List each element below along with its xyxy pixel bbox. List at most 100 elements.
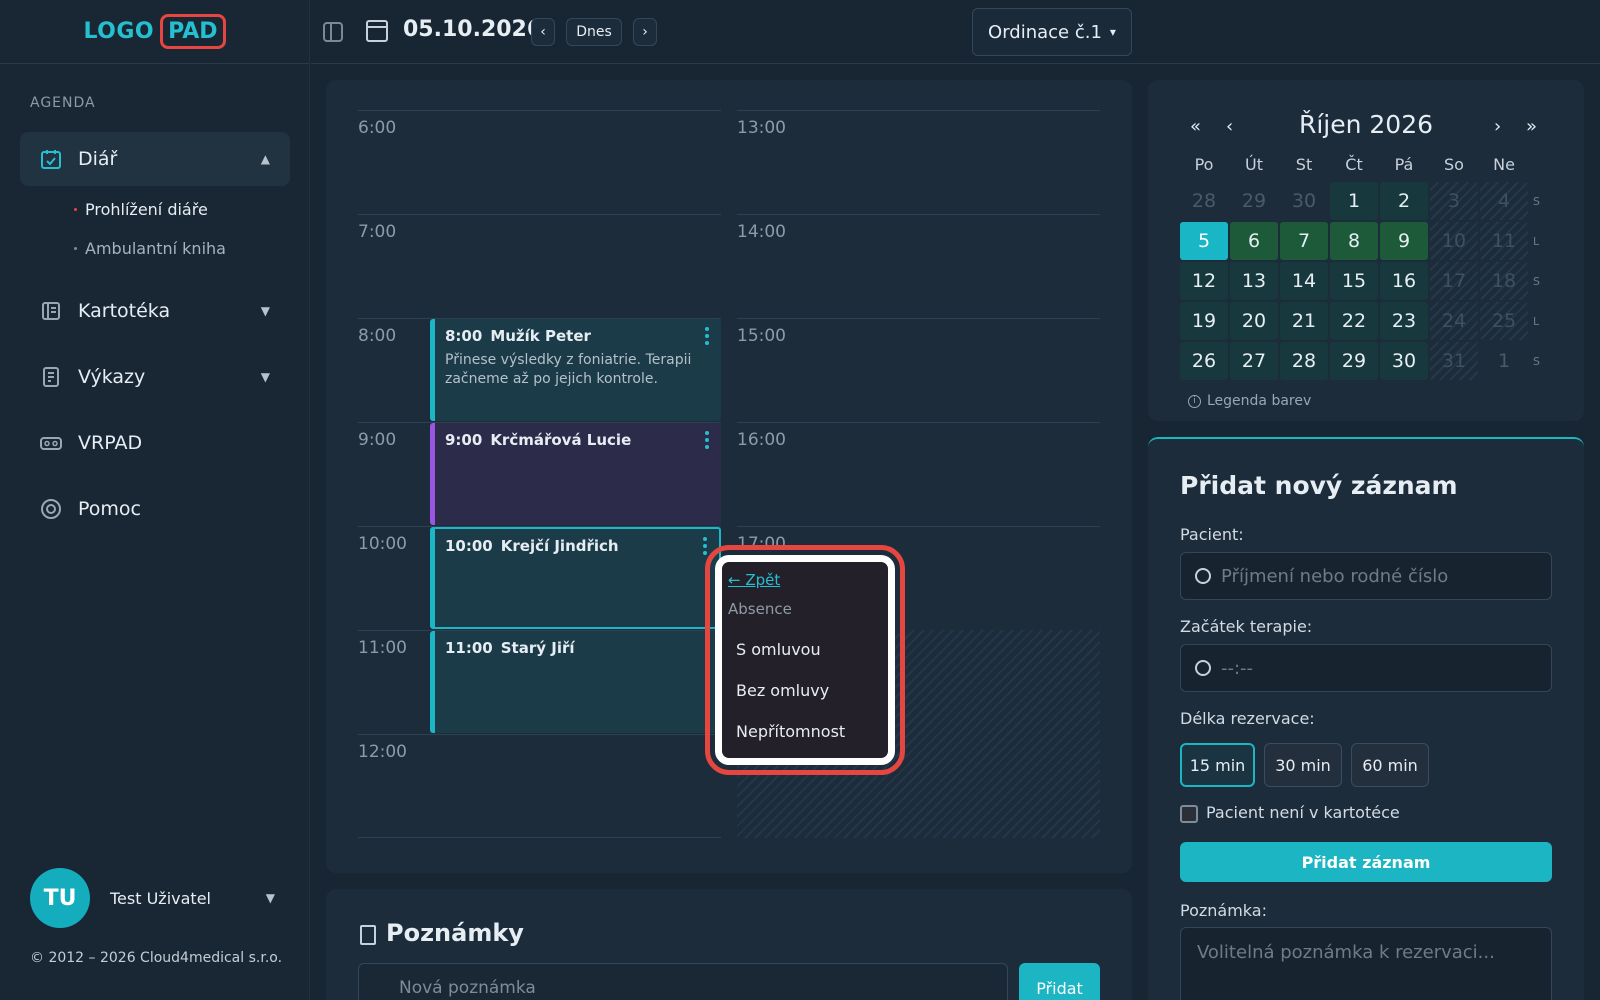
clock-icon	[1195, 660, 1211, 676]
calendar-day[interactable]: 12	[1180, 262, 1228, 300]
patient-search-input[interactable]: Příjmení nebo rodné číslo	[1180, 552, 1552, 600]
duration-30-button[interactable]: 30 min	[1264, 743, 1342, 787]
calendar-day[interactable]: 22	[1330, 302, 1378, 340]
chevron-down-icon: ▼	[260, 304, 270, 318]
add-note-button[interactable]: Přidat	[1019, 963, 1100, 1000]
appointment-card[interactable]: 8:00 Mužík Peter Přinese výsledky z foni…	[430, 319, 721, 421]
calendar-day[interactable]: 19	[1180, 302, 1228, 340]
sidebar-item-vykazy[interactable]: Výkazy ▼	[20, 350, 290, 404]
form-title: Přidat nový záznam	[1180, 471, 1458, 500]
next-year-button[interactable]: »	[1526, 116, 1537, 137]
duration-60-button[interactable]: 60 min	[1351, 743, 1429, 787]
calendar-day[interactable]: 5	[1180, 222, 1228, 260]
calendar-day[interactable]: 8	[1330, 222, 1378, 260]
new-note-input[interactable]: Nová poznámka	[358, 963, 1008, 1000]
add-record-button[interactable]: Přidat záznam	[1180, 842, 1552, 882]
current-date[interactable]: 05.10.2026	[403, 17, 542, 42]
back-link[interactable]: ← Zpět	[728, 571, 882, 589]
calendar-day[interactable]: 20	[1230, 302, 1278, 340]
hour-label: 14:00	[737, 222, 786, 242]
note-textarea[interactable]: Volitelná poznámka k rezervaci...	[1180, 927, 1552, 1000]
prev-day-button[interactable]: ‹	[531, 18, 555, 46]
hour-slot[interactable]: 13:00	[737, 110, 1100, 214]
calendar-day[interactable]: 2	[1380, 182, 1428, 220]
subitem-label: Ambulantní kniha	[85, 239, 226, 258]
chevron-up-icon: ▲	[260, 152, 270, 166]
hour-label: 11:00	[358, 638, 407, 658]
start-time-input[interactable]: --:--	[1180, 644, 1552, 692]
menu-item-nepritomnost[interactable]: Nepřítomnost	[728, 722, 882, 741]
calendar-day[interactable]: 11	[1480, 222, 1528, 260]
sidebar-item-diar[interactable]: Diář ▲	[20, 132, 290, 186]
not-in-cardfile-checkbox[interactable]	[1180, 805, 1198, 823]
calendar-day[interactable]: 7	[1280, 222, 1328, 260]
appointment-card-selected[interactable]: 10:00 Krejčí Jindřich	[430, 527, 721, 629]
calendar-day[interactable]: 27	[1230, 342, 1278, 380]
bullet-icon	[74, 247, 77, 250]
color-legend[interactable]: i Legenda barev	[1188, 393, 1311, 409]
calendar-day[interactable]: 15	[1330, 262, 1378, 300]
calendar-day[interactable]: 31	[1430, 342, 1478, 380]
calendar-day[interactable]: 1	[1330, 182, 1378, 220]
calendar-day[interactable]: 16	[1380, 262, 1428, 300]
office-select[interactable]: Ordinace č.1 ▾	[972, 8, 1132, 56]
calendar-day[interactable]: 30	[1380, 342, 1428, 380]
appointment-title: 11:00 Starý Jiří	[445, 639, 711, 657]
topbar: 05.10.2026 ‹ Dnes › Ordinace č.1 ▾	[311, 0, 1600, 64]
legend-label: Legenda barev	[1207, 393, 1312, 409]
sidebar-item-kartoteka[interactable]: Kartotéka ▼	[20, 284, 290, 338]
user-name: Test Uživatel	[110, 888, 211, 908]
next-day-button[interactable]: ›	[633, 18, 657, 46]
search-icon	[1195, 568, 1211, 584]
next-month-button[interactable]: ›	[1494, 116, 1501, 137]
weekday-header: Út	[1245, 155, 1263, 174]
more-options-icon[interactable]	[705, 431, 709, 452]
calendar-day[interactable]: 28	[1280, 342, 1328, 380]
calendar-day[interactable]: 3	[1430, 182, 1478, 220]
calendar-day[interactable]: 24	[1430, 302, 1478, 340]
calendar-day[interactable]: 14	[1280, 262, 1328, 300]
hour-label: 16:00	[737, 430, 786, 450]
hour-slot[interactable]: 6:00	[358, 110, 721, 214]
appointment-card[interactable]: 11:00 Starý Jiří	[430, 631, 721, 733]
calendar-day[interactable]: 25	[1480, 302, 1528, 340]
calendar-day[interactable]: 26	[1180, 342, 1228, 380]
hour-slot[interactable]: 14:00	[737, 214, 1100, 318]
menu-item-bez-omluvy[interactable]: Bez omluvy	[728, 681, 882, 700]
sidebar-subitem-prohlizeni-diare[interactable]: Prohlížení diáře	[74, 200, 208, 219]
sidebar-item-vrpad[interactable]: VRPAD	[20, 416, 290, 470]
more-options-icon[interactable]	[705, 327, 709, 348]
hour-label: 9:00	[358, 430, 397, 450]
appointment-card[interactable]: 9:00 Krčmářová Lucie	[430, 423, 721, 525]
notes-panel: Poznámky Nová poznámka Přidat	[326, 889, 1132, 1000]
sidebar-toggle-icon[interactable]	[323, 22, 343, 42]
start-label: Začátek terapie:	[1180, 617, 1313, 636]
hour-slot[interactable]: 16:00	[737, 422, 1100, 526]
calendar-day[interactable]: 18	[1480, 262, 1528, 300]
logo[interactable]: LOGO PAD	[0, 0, 309, 64]
sidebar-item-label: Výkazy	[78, 366, 146, 388]
duration-15-button[interactable]: 15 min	[1180, 743, 1255, 787]
appointment-patient: Krejčí Jindřich	[500, 537, 619, 555]
hour-slot[interactable]: 12:00	[358, 734, 721, 838]
calendar-day[interactable]: 13	[1230, 262, 1278, 300]
calendar-day[interactable]: 23	[1380, 302, 1428, 340]
calendar-day[interactable]: 10	[1430, 222, 1478, 260]
sidebar-item-pomoc[interactable]: Pomoc	[20, 482, 290, 536]
calendar-day[interactable]: 9	[1380, 222, 1428, 260]
hour-slot[interactable]: 7:00	[358, 214, 721, 318]
user-menu[interactable]: TU Test Uživatel ▼	[30, 868, 275, 928]
calendar-day[interactable]: 17	[1430, 262, 1478, 300]
more-options-icon[interactable]	[703, 537, 707, 558]
calendar-day[interactable]: 6	[1230, 222, 1278, 260]
notes-title: Poznámky	[386, 919, 524, 947]
calendar-day[interactable]: 4	[1480, 182, 1528, 220]
calendar-day[interactable]: 29	[1330, 342, 1378, 380]
today-button[interactable]: Dnes	[566, 18, 622, 46]
sidebar-subitem-ambulantni-kniha[interactable]: Ambulantní kniha	[74, 239, 226, 258]
menu-item-s-omluvou[interactable]: S omluvou	[728, 640, 882, 659]
hour-slot[interactable]: 15:00	[737, 318, 1100, 422]
calendar-day[interactable]: 21	[1280, 302, 1328, 340]
document-icon	[360, 925, 376, 945]
section-label-agenda: AGENDA	[30, 95, 96, 111]
